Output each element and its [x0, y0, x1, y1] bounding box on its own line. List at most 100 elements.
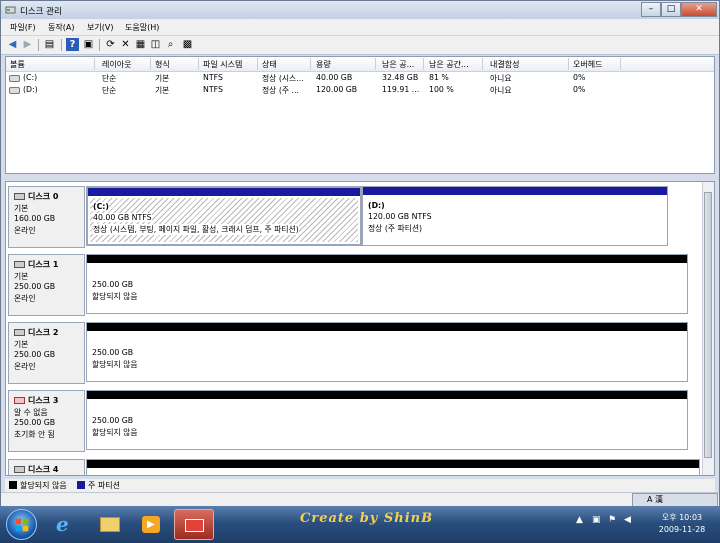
- scrollbar-thumb[interactable]: [704, 192, 712, 458]
- partition-state: 할당되지 않음: [92, 360, 138, 369]
- col-percent-free[interactable]: 남은 공간...: [429, 59, 469, 70]
- disk-status: 온라인: [14, 226, 36, 235]
- unallocated-partition[interactable]: [86, 459, 700, 475]
- cell-fault-tolerance: 아니요: [490, 86, 512, 95]
- disk-name: 디스크 2: [28, 328, 59, 337]
- unallocated-partition[interactable]: 250.00 GB 할당되지 않음: [86, 254, 688, 314]
- menu-help[interactable]: 도움말(H): [125, 22, 159, 33]
- col-capacity[interactable]: 용량: [316, 59, 331, 70]
- delete-icon[interactable]: ✕: [119, 38, 132, 51]
- column-divider[interactable]: [620, 58, 621, 70]
- partition-state: 정상 (주 파티션): [368, 224, 423, 233]
- disk-3-row: 디스크 3 알 수 없음 250.00 GB 초기화 안 됨 250.00 GB…: [8, 390, 704, 452]
- menu-action[interactable]: 동작(A): [48, 22, 74, 33]
- disk-label[interactable]: 디스크 1 기본 250.00 GB 온라인: [8, 254, 85, 316]
- help-icon[interactable]: ?: [66, 38, 79, 51]
- toolbar-separator: [61, 39, 62, 51]
- title-bar[interactable]: 디스크 관리 – □ ✕: [1, 1, 719, 19]
- partition-state: 할당되지 않음: [92, 292, 138, 301]
- partition-state: 정상 (시스템, 부팅, 페이지 파일, 활성, 크래시 덤프, 주 파티션): [93, 224, 299, 235]
- start-button[interactable]: [6, 509, 37, 540]
- refresh-icon[interactable]: ⟳: [104, 38, 117, 51]
- media-player-icon: ▶: [142, 516, 160, 533]
- column-divider[interactable]: [568, 58, 569, 70]
- cell-free-space: 119.91 ...: [382, 85, 420, 94]
- close-button[interactable]: ✕: [681, 2, 717, 17]
- forward-arrow-icon[interactable]: ▶: [21, 38, 34, 51]
- hard-disk-icon: [14, 193, 25, 200]
- system-clock[interactable]: 오후 10:03 2009-11-28: [648, 512, 716, 536]
- column-divider[interactable]: [423, 58, 424, 70]
- taskbar-internet-explorer[interactable]: e: [46, 509, 86, 540]
- open-folder-icon[interactable]: ◫: [149, 38, 162, 51]
- column-divider[interactable]: [482, 58, 483, 70]
- disk-label[interactable]: 디스크 4 기본: [8, 459, 85, 475]
- console-tree-icon[interactable]: ▤: [43, 38, 56, 51]
- cell-filesystem: NTFS: [203, 85, 223, 94]
- taskbar-explorer[interactable]: [90, 509, 130, 540]
- disk-label[interactable]: 디스크 0 기본 160.00 GB 온라인: [8, 186, 85, 248]
- search-icon[interactable]: ⌕: [164, 38, 177, 51]
- back-arrow-icon[interactable]: ◀: [6, 38, 19, 51]
- taskbar-media-player[interactable]: ▶: [132, 509, 172, 540]
- action-center-icon[interactable]: ⚑: [608, 515, 618, 525]
- unallocated-partition[interactable]: 250.00 GB 할당되지 않음: [86, 390, 688, 450]
- properties-icon[interactable]: ▣: [82, 38, 95, 51]
- col-free-space[interactable]: 남은 공...: [382, 59, 414, 70]
- tray-arrow-icon[interactable]: ▲: [576, 515, 586, 525]
- table-row[interactable]: (C:) 단순 기본 NTFS 정상 (시스... 40.00 GB 32.48…: [6, 72, 714, 84]
- minimize-button[interactable]: –: [641, 2, 661, 17]
- column-divider[interactable]: [375, 58, 376, 70]
- column-divider[interactable]: [257, 58, 258, 70]
- column-divider[interactable]: [94, 58, 95, 70]
- maximize-button[interactable]: □: [661, 2, 681, 17]
- unallocated-bar: [87, 323, 687, 331]
- disk-status: 초기화 안 됨: [14, 430, 55, 439]
- col-layout[interactable]: 레이아웃: [102, 59, 131, 70]
- volume-icon[interactable]: ◀: [624, 515, 634, 525]
- disk-size: 250.00 GB: [14, 350, 56, 359]
- menu-view[interactable]: 보기(V): [87, 22, 113, 33]
- vertical-scrollbar[interactable]: [702, 182, 714, 475]
- partition-size: 40.00 GB NTFS: [93, 213, 152, 222]
- network-icon[interactable]: ▣: [592, 515, 602, 525]
- table-row[interactable]: (D:) 단순 기본 NTFS 정상 (주 ... 120.00 GB 119.…: [6, 84, 714, 96]
- partition-state: 할당되지 않음: [92, 428, 138, 437]
- connect-drive-icon[interactable]: ▦: [134, 38, 147, 51]
- column-divider[interactable]: [198, 58, 199, 70]
- partition-c[interactable]: (C:) 40.00 GB NTFS 정상 (시스템, 부팅, 페이지 파일, …: [86, 186, 362, 246]
- volume-list: 볼륨 레이아웃 형식 파일 시스템 상태 용량 남은 공... 남은 공간...…: [5, 56, 715, 174]
- disk-0-row: 디스크 0 기본 160.00 GB 온라인 (C:) 40.00 GB NTF…: [8, 186, 704, 248]
- cell-capacity: 40.00 GB: [316, 73, 353, 82]
- toolbox-icon: [185, 519, 204, 532]
- col-filesystem[interactable]: 파일 시스템: [203, 59, 242, 70]
- toolbar: ◀ ▶ ▤ ? ▣ ⟳ ✕ ▦ ◫ ⌕ ▩: [1, 36, 719, 55]
- status-bar: [1, 492, 719, 506]
- unallocated-partition[interactable]: 250.00 GB 할당되지 않음: [86, 322, 688, 382]
- menu-file[interactable]: 파일(F): [10, 22, 36, 33]
- col-type[interactable]: 형식: [155, 59, 170, 70]
- partition-d[interactable]: (D:) 120.00 GB NTFS 정상 (주 파티션): [362, 186, 668, 246]
- disk-label[interactable]: 디스크 3 알 수 없음 250.00 GB 초기화 안 됨: [8, 390, 85, 452]
- disk-management-icon: [5, 6, 16, 14]
- language-indicator[interactable]: A 漢: [647, 495, 663, 504]
- legend-primary: 주 파티션: [88, 481, 120, 490]
- column-divider[interactable]: [310, 58, 311, 70]
- language-bar[interactable]: A 漢: [632, 493, 718, 507]
- disk-label[interactable]: 디스크 2 기본 250.00 GB 온라인: [8, 322, 85, 384]
- primary-swatch: [77, 481, 85, 489]
- col-status[interactable]: 상태: [262, 59, 277, 70]
- col-overhead[interactable]: 오버헤드: [573, 59, 602, 70]
- disk-4-row: 디스크 4 기본: [8, 459, 704, 475]
- drive-icon: [9, 87, 20, 94]
- legend-unallocated: 할당되지 않음: [20, 481, 67, 490]
- col-fault-tolerance[interactable]: 내결함성: [490, 59, 519, 70]
- settings-icon[interactable]: ▩: [181, 38, 194, 51]
- col-volume[interactable]: 볼륨: [10, 59, 25, 70]
- cell-status: 정상 (주 ...: [262, 86, 299, 95]
- taskbar-disk-management[interactable]: [174, 509, 214, 540]
- column-divider[interactable]: [150, 58, 151, 70]
- partition-title: (D:): [368, 201, 385, 210]
- cell-filesystem: NTFS: [203, 73, 223, 82]
- disk-graph-view: 디스크 0 기본 160.00 GB 온라인 (C:) 40.00 GB NTF…: [5, 181, 715, 476]
